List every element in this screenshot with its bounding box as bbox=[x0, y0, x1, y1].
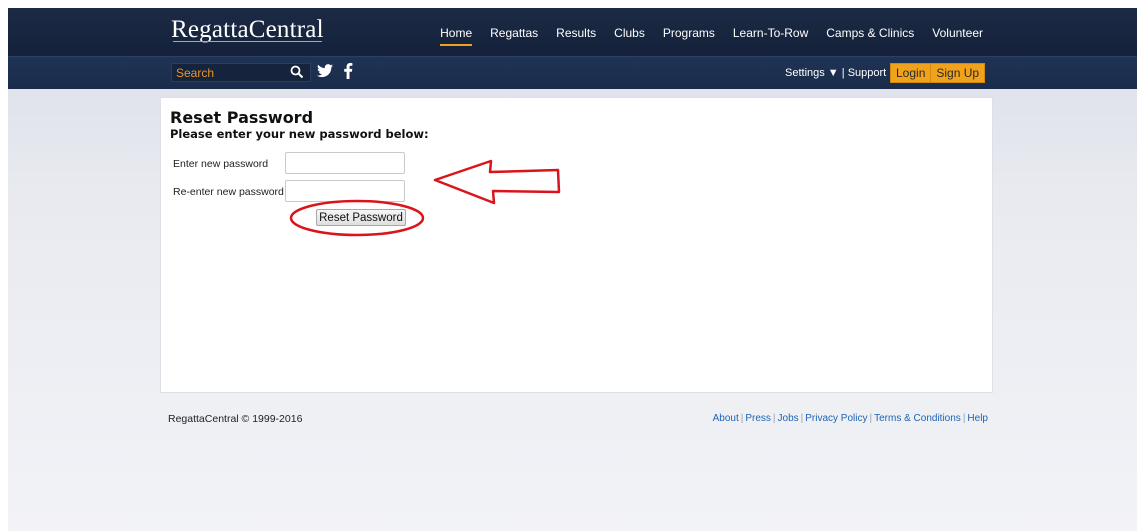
top-navigation: RegattaCentral Home Regattas Results Clu… bbox=[8, 8, 1137, 56]
reset-password-button[interactable]: Reset Password bbox=[316, 209, 406, 226]
reset-password-card: Reset Password Please enter your new pas… bbox=[160, 97, 993, 393]
footer-links: About | Press | Jobs | Privacy Policy | Terms & … bbox=[713, 413, 988, 424]
footer-link-terms[interactable]: Terms & Conditions bbox=[874, 413, 961, 424]
login-button[interactable]: Login bbox=[891, 64, 930, 82]
annotation-overlay bbox=[289, 159, 561, 237]
nav-learn-to-row[interactable]: Learn-To-Row bbox=[724, 26, 817, 40]
copyright: RegattaCentral © 1999-2016 bbox=[168, 413, 303, 425]
nav-regattas[interactable]: Regattas bbox=[481, 26, 547, 40]
footer: RegattaCentral © 1999-2016 About | Press | J… bbox=[160, 408, 993, 430]
facebook-icon[interactable] bbox=[343, 63, 353, 79]
main-nav: Home Regattas Results Clubs Programs Lea… bbox=[431, 26, 992, 46]
nav-programs[interactable]: Programs bbox=[654, 26, 724, 40]
signup-button[interactable]: Sign Up bbox=[931, 64, 984, 82]
page-title: Reset Password bbox=[170, 108, 314, 127]
footer-link-privacy[interactable]: Privacy Policy bbox=[805, 413, 867, 424]
support-link[interactable]: Support bbox=[848, 67, 887, 79]
auth-buttons: Login Sign Up bbox=[890, 63, 986, 83]
page: RegattaCentral Home Regattas Results Clu… bbox=[8, 8, 1137, 531]
confirm-password-label: Re-enter new password bbox=[173, 186, 284, 198]
search-icon[interactable] bbox=[290, 65, 304, 79]
confirm-password-field[interactable] bbox=[285, 180, 405, 202]
nav-home[interactable]: Home bbox=[431, 26, 481, 46]
footer-link-help[interactable]: Help bbox=[967, 413, 988, 424]
nav-volunteer[interactable]: Volunteer bbox=[923, 26, 992, 40]
footer-divider: | bbox=[800, 413, 804, 424]
footer-divider: | bbox=[869, 413, 873, 424]
footer-link-jobs[interactable]: Jobs bbox=[778, 413, 799, 424]
secondary-bar: Settings ▼ | Support Login Sign Up bbox=[8, 56, 1137, 89]
footer-link-press[interactable]: Press bbox=[745, 413, 771, 424]
logo-underline bbox=[173, 41, 322, 42]
page-subtitle: Please enter your new password below: bbox=[170, 127, 429, 141]
annotation-arrow bbox=[433, 159, 561, 205]
nav-clubs[interactable]: Clubs bbox=[605, 26, 654, 40]
settings-divider: | bbox=[841, 67, 845, 79]
twitter-icon[interactable] bbox=[317, 64, 333, 78]
logo[interactable]: RegattaCentral bbox=[171, 16, 324, 44]
footer-link-about[interactable]: About bbox=[713, 413, 739, 424]
search-input[interactable] bbox=[176, 65, 276, 80]
settings-support: Settings ▼ | Support bbox=[785, 67, 886, 79]
logo-text: RegattaCentral bbox=[171, 16, 324, 43]
footer-divider: | bbox=[740, 413, 744, 424]
new-password-label: Enter new password bbox=[173, 158, 269, 170]
footer-divider: | bbox=[962, 413, 966, 424]
nav-results[interactable]: Results bbox=[547, 26, 605, 40]
nav-camps-clinics[interactable]: Camps & Clinics bbox=[817, 26, 923, 40]
settings-menu[interactable]: Settings ▼ bbox=[785, 67, 839, 79]
footer-divider: | bbox=[772, 413, 776, 424]
new-password-field[interactable] bbox=[285, 152, 405, 174]
